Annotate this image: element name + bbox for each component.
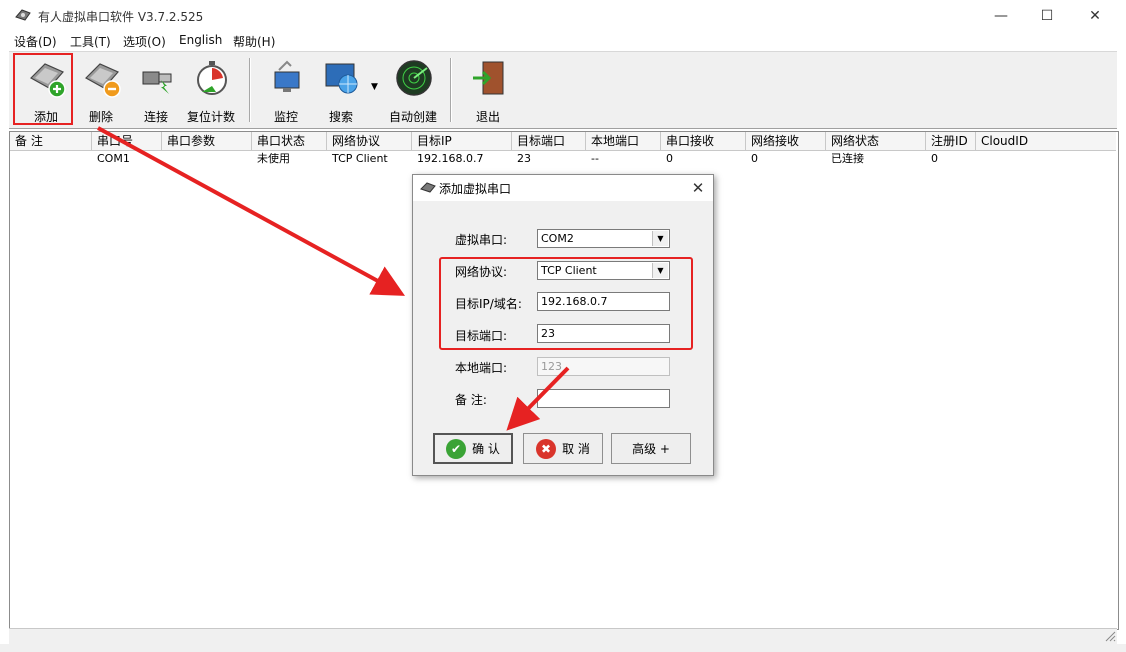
close-window-button[interactable]: ✕ bbox=[1072, 0, 1118, 32]
auto-create-button[interactable]: 自动创建 bbox=[386, 55, 440, 125]
search-dropdown-arrow-icon[interactable]: ▼ bbox=[371, 82, 378, 92]
col-target-ip[interactable]: 目标IP bbox=[412, 132, 512, 150]
delete-button[interactable]: 删除 bbox=[74, 55, 128, 125]
menu-bar: 设备(D) 工具(T) 选项(O) English 帮助(H) bbox=[0, 32, 1126, 50]
monitor-label: 监控 bbox=[273, 110, 298, 124]
taskbar-strip bbox=[0, 644, 1126, 652]
chevron-down-icon[interactable]: ▼ bbox=[652, 231, 668, 246]
search-globe-icon bbox=[325, 63, 358, 94]
connect-label: 连接 bbox=[143, 110, 168, 124]
monitor-button[interactable]: 监控 bbox=[259, 55, 313, 125]
auto-create-label: 自动创建 bbox=[388, 110, 437, 124]
cell-target-ip: 192.168.0.7 bbox=[417, 152, 484, 165]
cancel-x-icon: ✖ bbox=[536, 438, 557, 459]
cell-remark bbox=[10, 151, 92, 167]
resize-grip-icon[interactable] bbox=[1104, 630, 1116, 642]
table-header: 备 注 串口号 串口参数 串口状态 网络协议 目标IP 目标端口 本地端口 串口… bbox=[10, 132, 1116, 151]
toolbar-divider bbox=[450, 58, 452, 122]
cell-local-port: -- bbox=[591, 152, 599, 165]
minimize-button[interactable]: — bbox=[978, 0, 1024, 32]
menu-device[interactable]: 设备(D) bbox=[14, 33, 57, 50]
dialog-logo-icon bbox=[420, 182, 436, 193]
menu-english[interactable]: English bbox=[179, 33, 222, 47]
virtual-port-label: 虚拟串口: bbox=[455, 233, 508, 247]
toolbar: 添加 删除 连接 复位计数 监控 搜索 ▼ 自动创建 退出 bbox=[9, 51, 1117, 129]
exit-door-icon bbox=[473, 61, 504, 95]
col-cloud-id[interactable]: CloudID bbox=[976, 132, 1116, 150]
reset-count-label: 复位计数 bbox=[186, 110, 235, 124]
add-button-highlight bbox=[13, 53, 73, 125]
status-bar bbox=[9, 628, 1117, 645]
delete-port-icon bbox=[85, 63, 121, 98]
col-target-port[interactable]: 目标端口 bbox=[512, 132, 586, 150]
cell-reg-id: 0 bbox=[931, 152, 938, 165]
col-reg-id[interactable]: 注册ID bbox=[926, 132, 976, 150]
cancel-button[interactable]: ✖ 取 消 bbox=[523, 433, 603, 464]
menu-tools[interactable]: 工具(T) bbox=[70, 33, 111, 50]
app-logo-icon bbox=[15, 9, 31, 21]
remark-label: 备 注: bbox=[455, 393, 487, 407]
exit-button[interactable]: 退出 bbox=[461, 55, 515, 125]
stopwatch-icon bbox=[197, 61, 227, 95]
monitor-icon bbox=[274, 60, 300, 92]
cell-port: COM1 bbox=[97, 152, 130, 165]
reset-count-button[interactable]: 复位计数 bbox=[184, 55, 238, 125]
maximize-button[interactable]: ☐ bbox=[1024, 0, 1070, 32]
cell-port-params bbox=[162, 151, 252, 167]
cell-serial-rx: 0 bbox=[666, 152, 673, 165]
cell-port-status: 未使用 bbox=[257, 152, 290, 165]
cell-net-rx: 0 bbox=[751, 152, 758, 165]
local-port-input: 123 bbox=[537, 357, 670, 376]
col-net-status[interactable]: 网络状态 bbox=[826, 132, 926, 150]
cell-protocol: TCP Client bbox=[332, 152, 388, 165]
confirm-label: 确 认 bbox=[472, 442, 500, 456]
radar-icon bbox=[396, 60, 432, 96]
cell-target-port: 23 bbox=[517, 152, 531, 165]
connect-button[interactable]: 连接 bbox=[129, 55, 183, 125]
confirm-button[interactable]: ✔ 确 认 bbox=[433, 433, 513, 464]
virtual-port-value: COM2 bbox=[541, 232, 574, 245]
col-remark[interactable]: 备 注 bbox=[10, 132, 92, 150]
remark-input[interactable] bbox=[537, 389, 670, 408]
search-label: 搜索 bbox=[328, 110, 353, 124]
table-row[interactable]: COM1 未使用 TCP Client 192.168.0.7 23 -- 0 … bbox=[10, 151, 1116, 167]
exit-label: 退出 bbox=[475, 110, 500, 124]
col-protocol[interactable]: 网络协议 bbox=[327, 132, 412, 150]
check-icon: ✔ bbox=[446, 438, 467, 459]
search-button[interactable]: 搜索 bbox=[314, 55, 368, 125]
connect-plug-icon bbox=[142, 71, 172, 94]
delete-label: 删除 bbox=[88, 110, 113, 124]
virtual-port-select[interactable]: COM2 ▼ bbox=[537, 229, 670, 248]
toolbar-divider bbox=[249, 58, 251, 122]
network-settings-highlight bbox=[439, 257, 693, 350]
col-serial-rx[interactable]: 串口接收 bbox=[661, 132, 746, 150]
col-port[interactable]: 串口号 bbox=[92, 132, 162, 150]
cell-cloud-id bbox=[976, 151, 1116, 167]
col-port-params[interactable]: 串口参数 bbox=[162, 132, 252, 150]
advanced-button[interactable]: 高级 + bbox=[611, 433, 691, 464]
col-local-port[interactable]: 本地端口 bbox=[586, 132, 661, 150]
col-net-rx[interactable]: 网络接收 bbox=[746, 132, 826, 150]
menu-help[interactable]: 帮助(H) bbox=[233, 33, 275, 50]
local-port-label: 本地端口: bbox=[455, 361, 508, 375]
window-title: 有人虚拟串口软件 V3.7.2.525 bbox=[38, 10, 204, 24]
cell-net-status: 已连接 bbox=[831, 152, 864, 165]
cancel-label: 取 消 bbox=[562, 442, 590, 456]
col-port-status[interactable]: 串口状态 bbox=[252, 132, 327, 150]
dialog-close-button[interactable]: ✕ bbox=[683, 175, 713, 201]
dialog-title: 添加虚拟串口 bbox=[439, 182, 512, 196]
dialog-title-bar: 添加虚拟串口 ✕ bbox=[413, 175, 713, 201]
menu-options[interactable]: 选项(O) bbox=[123, 33, 166, 50]
title-bar: 有人虚拟串口软件 V3.7.2.525 — ☐ ✕ bbox=[0, 0, 1126, 32]
